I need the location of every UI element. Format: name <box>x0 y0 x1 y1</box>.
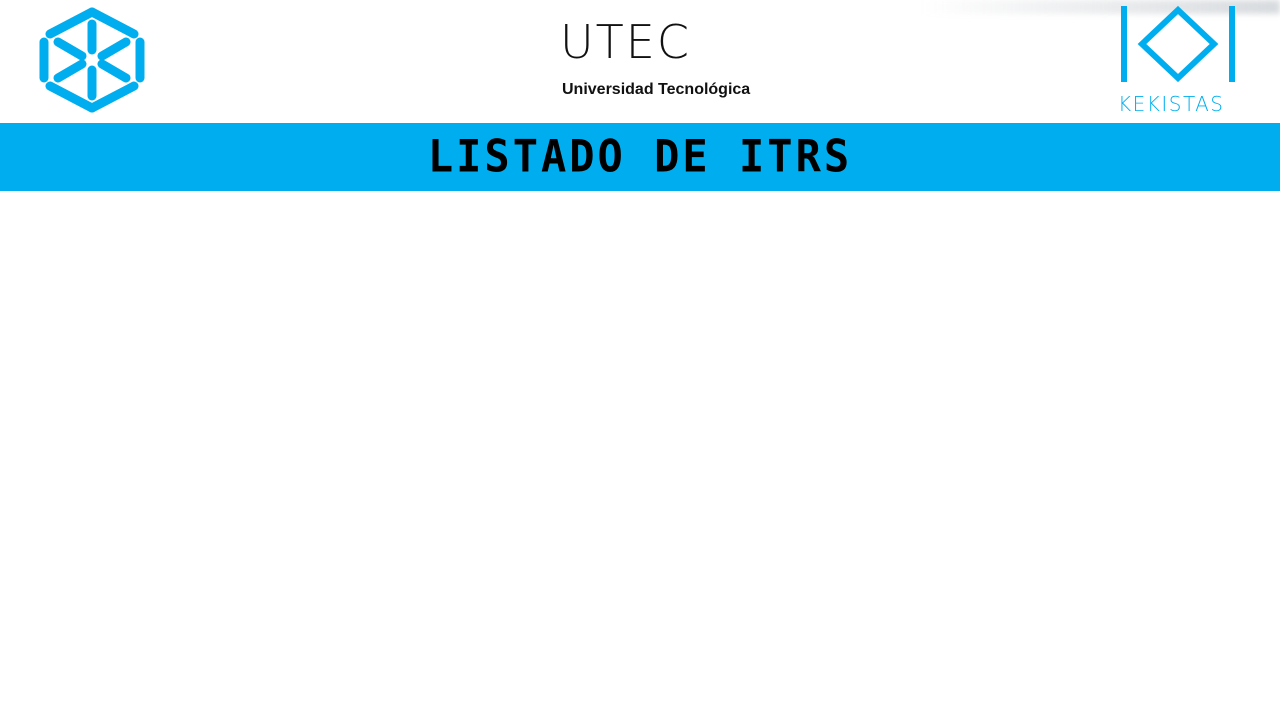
kekistas-logo: KEKISTAS <box>1112 4 1244 120</box>
hexagon-star-logo-icon <box>39 7 145 113</box>
left-logo <box>24 0 167 120</box>
kekistas-label: KEKISTAS <box>1118 92 1225 116</box>
title-bar: LISTADO DE ITRS <box>0 123 1280 191</box>
utec-subtitle: Universidad Tecnológica <box>562 81 751 98</box>
utec-logo: UTEC Universidad Tecnológica <box>556 14 756 106</box>
kekistas-logo-icon <box>1121 5 1235 83</box>
page-title: LISTADO DE ITRS <box>427 130 853 183</box>
header: UTEC Universidad Tecnológica KEKISTAS <box>0 0 1280 123</box>
page: UTEC Universidad Tecnológica KEKISTAS LI… <box>0 0 1280 720</box>
content-area <box>0 191 1280 720</box>
utec-wordmark: UTEC <box>560 15 691 69</box>
